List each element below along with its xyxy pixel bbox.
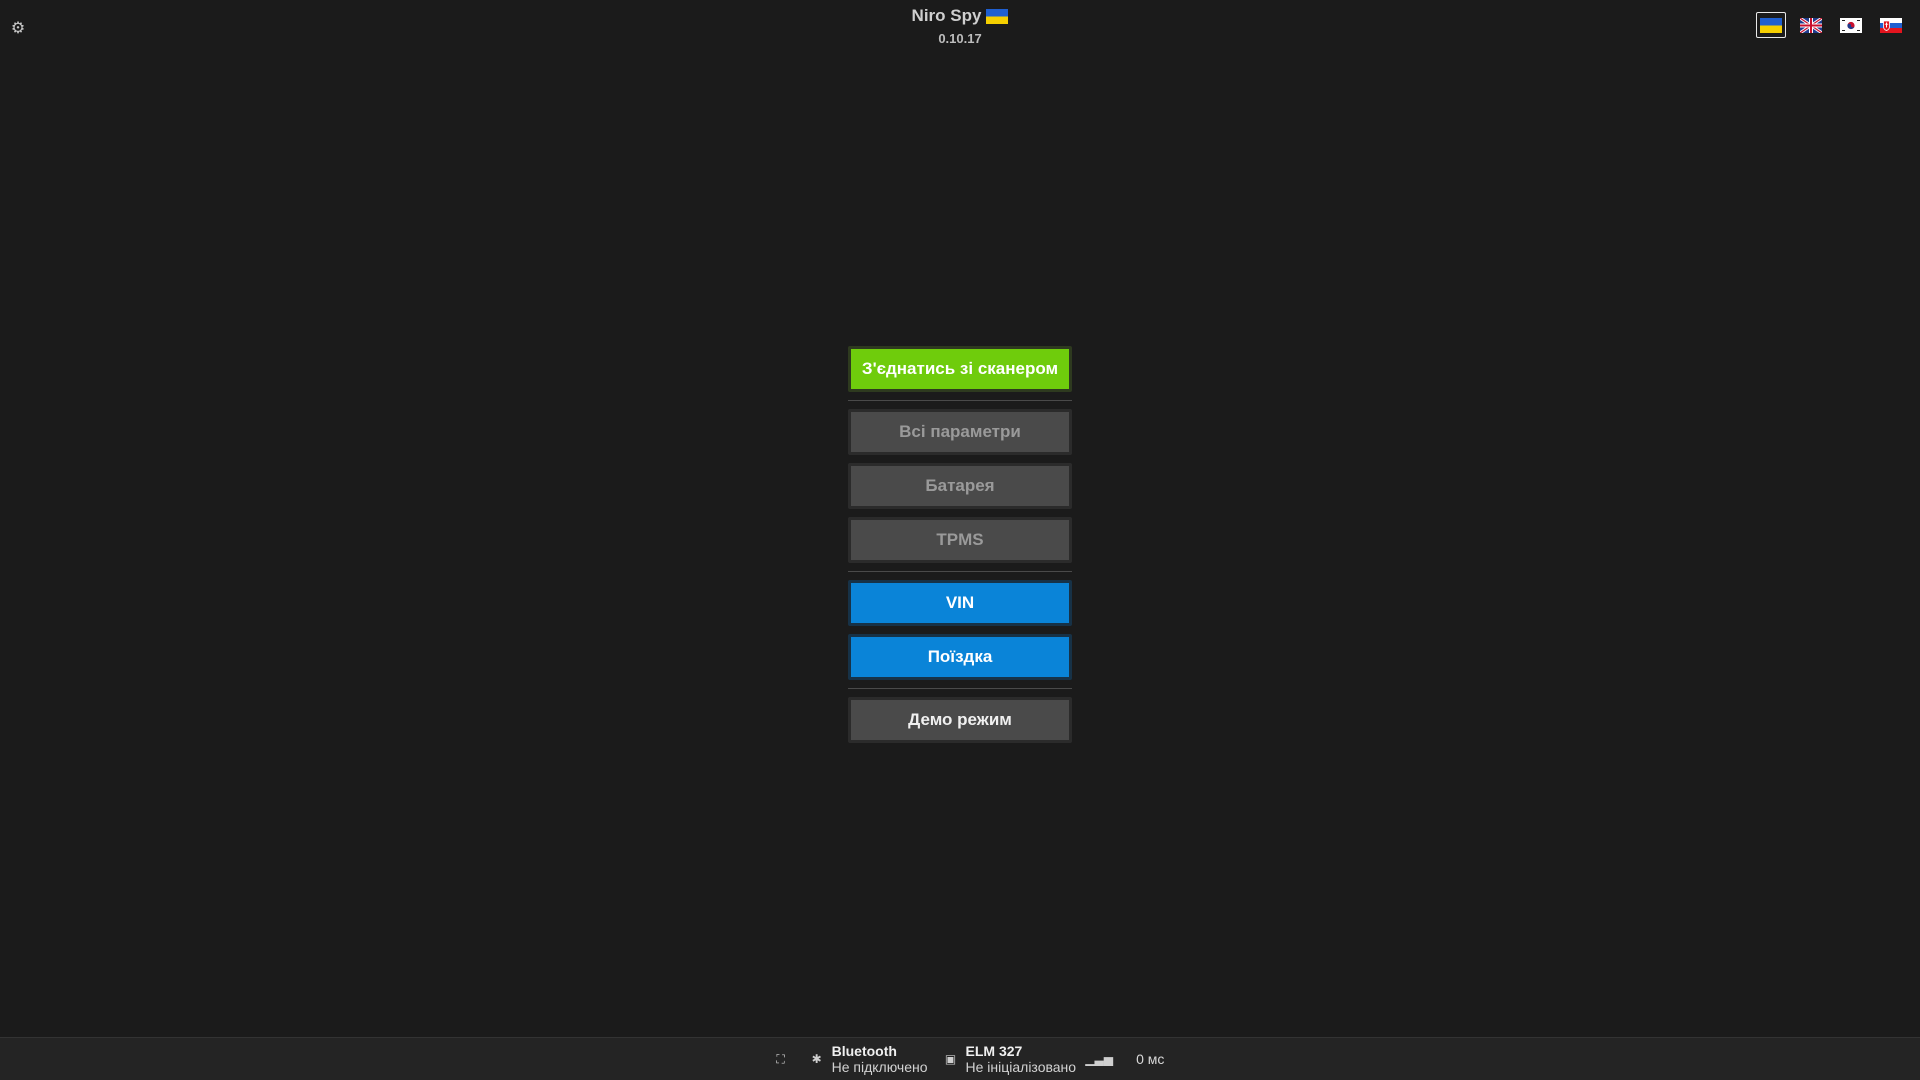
app-window: ⚙ Niro Spy 0.10.17 З'єднатись зі сканеро… [0, 0, 1920, 1080]
title-block: Niro Spy 0.10.17 [0, 6, 1920, 46]
all-parameters-button[interactable]: Всі параметри [848, 409, 1072, 455]
app-title: Niro Spy [912, 6, 1009, 26]
bluetooth-status: ✱ Bluetooth Не підключено [808, 1043, 928, 1075]
elm-state: Не ініціалізовано [965, 1059, 1077, 1075]
trip-button[interactable]: Поїздка [848, 634, 1072, 680]
chip-icon: ▣ [944, 1052, 957, 1066]
uk-flag-icon [1800, 17, 1822, 33]
menu-divider [848, 688, 1072, 689]
demo-mode-button[interactable]: Демо режим [848, 697, 1072, 743]
ukraine-flag-icon [986, 8, 1009, 24]
language-selector [1756, 12, 1906, 38]
main-menu: З'єднатись зі сканером Всі параметри Бат… [848, 346, 1072, 743]
battery-button[interactable]: Батарея [848, 463, 1072, 509]
language-slovak-button[interactable] [1876, 12, 1906, 38]
menu-divider [848, 571, 1072, 572]
bluetooth-label: Bluetooth [831, 1043, 897, 1059]
fullscreen-icon[interactable]: ⛶ [772, 1050, 790, 1068]
connect-scanner-button[interactable]: З'єднатись зі сканером [848, 346, 1072, 392]
slovakia-flag-icon [1880, 17, 1902, 33]
korea-flag-icon [1840, 17, 1862, 33]
signal-icon: ▁▃▅ [1085, 1052, 1113, 1066]
language-english-button[interactable] [1796, 12, 1826, 38]
ukraine-flag-icon [1760, 17, 1782, 33]
tpms-button[interactable]: TPMS [848, 517, 1072, 563]
language-ukrainian-button[interactable] [1756, 12, 1786, 38]
app-title-text: Niro Spy [911, 6, 982, 25]
language-korean-button[interactable] [1836, 12, 1866, 38]
elm-status: ▣ ELM 327 Не ініціалізовано [942, 1043, 1077, 1075]
elm-label: ELM 327 [965, 1043, 1023, 1059]
latency-value: 0 мс [1136, 1051, 1165, 1067]
bluetooth-icon: ✱ [811, 1052, 822, 1066]
status-bar: ⛶ ✱ Bluetooth Не підключено ▣ ELM 327 Не… [0, 1037, 1920, 1080]
bluetooth-state: Не підключено [831, 1059, 928, 1075]
menu-divider [848, 400, 1072, 401]
vin-button[interactable]: VIN [848, 580, 1072, 626]
app-version: 0.10.17 [938, 31, 982, 46]
